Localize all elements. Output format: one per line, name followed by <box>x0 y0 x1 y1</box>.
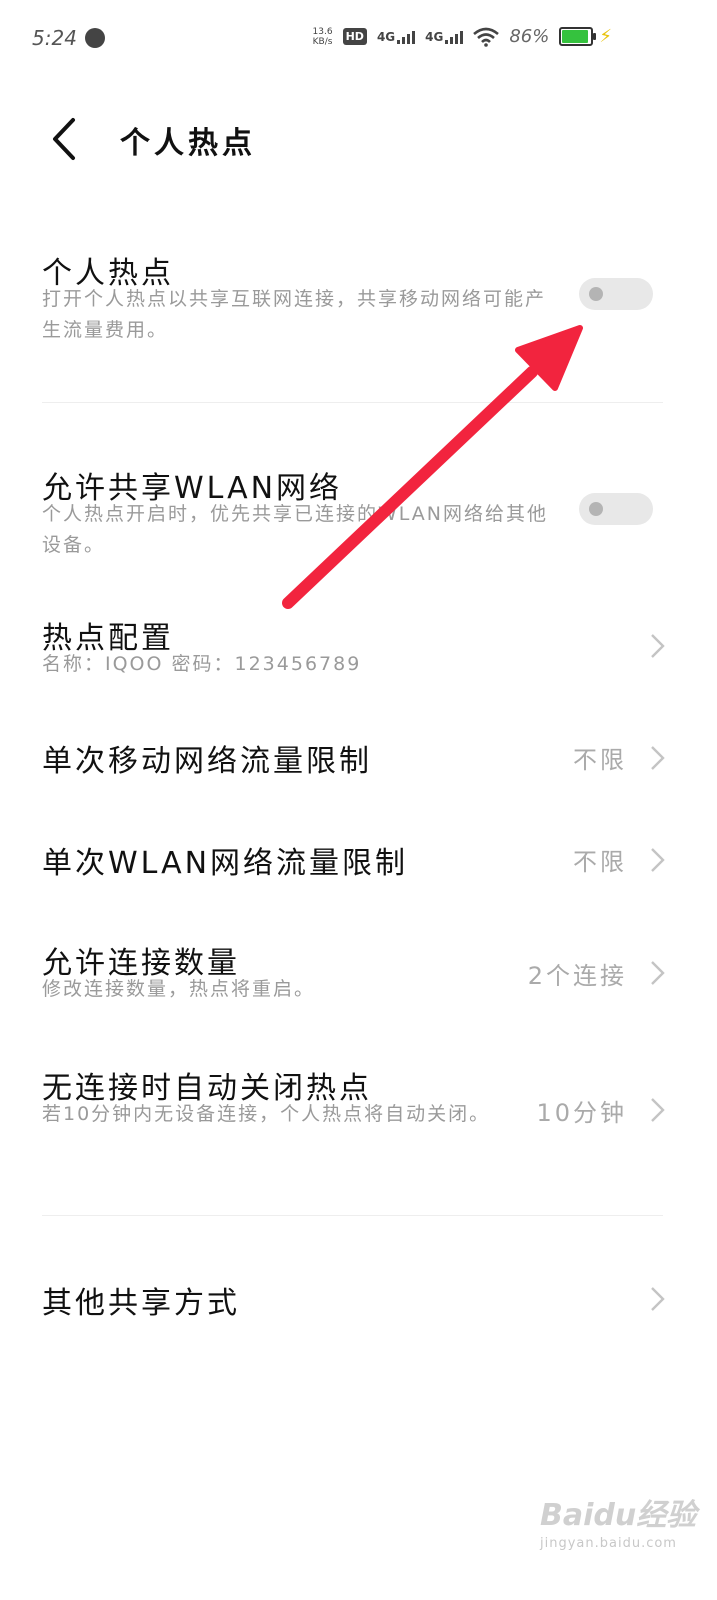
connections-value: 2个连接 <box>527 962 627 990</box>
config-subtitle: 名称：IQOO 密码：123456789 <box>42 653 362 675</box>
other-share-title: 其他共享方式 <box>42 1286 240 1321</box>
chevron-right-icon <box>651 634 665 658</box>
status-icons: 13.6 KB/s HD 4G 4G 86% ⚡ <box>313 26 612 47</box>
chevron-right-icon <box>651 961 665 985</box>
share-wlan-row[interactable]: 允许共享WLAN网络 个人热点开启时，优先共享已连接的WLAN网络给其他设备。 <box>0 455 717 575</box>
wlan-limit-row[interactable]: 单次WLAN网络流量限制 不限 <box>0 832 717 892</box>
page-title: 个人热点 <box>120 126 256 161</box>
charging-icon: ⚡ <box>599 26 612 47</box>
status-bar: 5:24 13.6 KB/s HD 4G 4G 86% ⚡ <box>0 0 717 80</box>
divider <box>42 1215 663 1216</box>
connections-row[interactable]: 允许连接数量 修改连接数量，热点将重启。 2个连接 <box>0 930 717 1020</box>
other-share-row[interactable]: 其他共享方式 <box>0 1270 717 1330</box>
auto-close-row[interactable]: 无连接时自动关闭热点 若10分钟内无设备连接，个人热点将自动关闭。 10分钟 <box>0 1055 717 1165</box>
wlan-limit-title: 单次WLAN网络流量限制 <box>42 846 409 881</box>
watermark-url: jingyan.baidu.com <box>540 1536 677 1551</box>
chevron-right-icon <box>651 1098 665 1122</box>
battery-percent: 86% <box>509 26 550 47</box>
connections-subtitle: 修改连接数量，热点将重启。 <box>42 978 316 1000</box>
hotspot-row[interactable]: 个人热点 打开个人热点以共享互联网连接，共享移动网络可能产生流量费用。 <box>0 240 717 370</box>
share-wlan-toggle[interactable] <box>579 493 653 525</box>
wifi-icon <box>473 27 500 47</box>
watermark-logo: Baidu经验 <box>540 1498 697 1533</box>
status-time: 5:24 <box>32 26 77 50</box>
page-header: 个人热点 <box>0 90 717 180</box>
auto-close-subtitle: 若10分钟内无设备连接，个人热点将自动关闭。 <box>42 1103 491 1125</box>
back-arrow-icon[interactable] <box>45 114 85 164</box>
wlan-limit-value: 不限 <box>573 848 627 876</box>
baidu-watermark: Baidu经验 jingyan.baidu.com <box>540 1490 710 1570</box>
auto-close-value: 10分钟 <box>536 1099 627 1127</box>
chevron-right-icon <box>651 848 665 872</box>
notification-icon <box>85 28 105 48</box>
divider <box>42 402 663 403</box>
hd-voice-icon: HD <box>342 28 367 45</box>
chevron-right-icon <box>651 1287 665 1311</box>
share-wlan-subtitle: 个人热点开启时，优先共享已连接的WLAN网络给其他设备。 <box>42 503 549 556</box>
battery-icon <box>559 27 597 46</box>
hotspot-toggle[interactable] <box>579 278 653 310</box>
mobile-limit-title: 单次移动网络流量限制 <box>42 744 372 779</box>
net-speed: 13.6 KB/s <box>312 26 333 47</box>
mobile-limit-value: 不限 <box>573 746 627 774</box>
sim2-signal-icon: 4G <box>425 30 464 44</box>
mobile-limit-row[interactable]: 单次移动网络流量限制 不限 <box>0 730 717 790</box>
chevron-right-icon <box>651 746 665 770</box>
hotspot-config-row[interactable]: 热点配置 名称：IQOO 密码：123456789 <box>0 605 717 695</box>
hotspot-subtitle: 打开个人热点以共享互联网连接，共享移动网络可能产生流量费用。 <box>42 288 547 341</box>
sim1-signal-icon: 4G <box>377 30 416 44</box>
